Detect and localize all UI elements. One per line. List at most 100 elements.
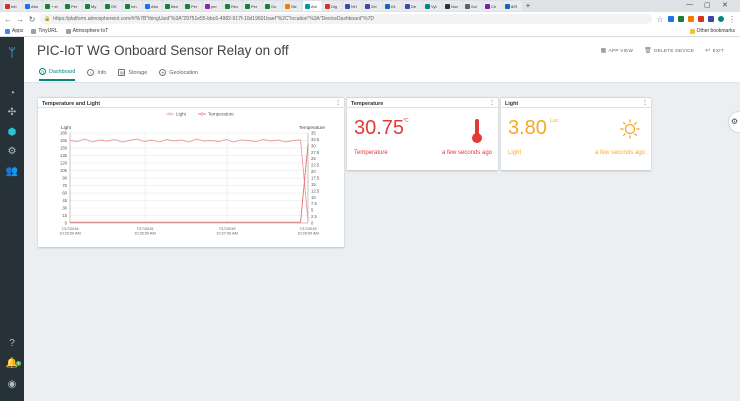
back-icon[interactable]: ← [4,15,12,24]
browser-tab[interactable]: Nov [443,1,462,11]
other-bookmarks[interactable]: Other bookmarks [689,28,735,34]
browser-tab-label: OK [111,3,117,9]
browser-tab[interactable]: Kil [383,1,402,11]
browser-tab[interactable]: Rev [223,1,242,11]
browser-tab[interactable]: per [203,1,222,11]
browser-tab[interactable]: My [83,1,102,11]
browser-tab[interactable]: Ch [483,1,502,11]
cube-icon[interactable]: ⬢ [5,126,19,140]
bookmark-atmosphere[interactable]: Atmosphere IoT [65,28,108,34]
legend-marker [168,112,172,116]
tab-favicon-icon [205,3,210,9]
browser-tab-label: Per [251,3,258,9]
storage-icon: ▤ [118,69,126,76]
extension-icon[interactable] [668,16,674,22]
users-icon[interactable]: 👥 [5,165,19,179]
browser-tab[interactable]: + el [43,1,62,11]
connections-icon[interactable]: ✣ [5,106,19,120]
bookmark-tinyurl[interactable]: TinyURL [31,28,58,34]
browser-tab[interactable]: NH [343,1,362,11]
reload-icon[interactable]: ↻ [28,15,36,24]
gear-icon[interactable]: ⚙ [5,145,19,159]
extension-icon[interactable] [708,16,714,22]
y-right-tick-label: 15 [311,182,316,187]
browser-menu-icon[interactable]: ⋮ [728,15,736,24]
temperature-light-chart: 015304560759010512013515016518002.557.51… [59,112,325,236]
browser-tab[interactable]: Sle [283,1,302,11]
speedometer-icon[interactable]: ◔ [5,87,19,101]
browser-tab-label: Am [311,3,317,9]
tab-geolocation[interactable]: ⌖ Geolocation [159,68,198,81]
browser-tab[interactable]: Vyt [423,1,442,11]
header-actions: ▦ APP VIEW 🗑 DELETE DEVICE ↩ EXIT [601,47,724,54]
tab-info[interactable]: i Info [87,68,106,81]
extension-icon[interactable] [698,16,704,22]
tab-favicon-icon [485,3,490,9]
browser-tab[interactable]: Inh [123,1,142,11]
tab-favicon-icon [85,3,90,9]
browser-tab[interactable]: 8/R [503,1,522,11]
extension-icon[interactable] [688,16,694,22]
browser-tab[interactable]: Inb [3,1,22,11]
browser-tab-label: Nov [451,3,459,9]
temperature-unit: °C [403,118,409,124]
exit-button[interactable]: ↩ EXIT [705,47,724,54]
card-menu-icon[interactable]: ⋮ [642,100,648,106]
browser-tab-label: Vyt [431,3,437,9]
tab-favicon-icon [405,3,410,9]
browser-tab[interactable]: Dig [323,1,342,11]
y-right-tick-label: 30 [311,143,316,148]
tab-favicon-icon [185,3,190,9]
minimize-button[interactable]: — [686,1,693,8]
tab-storage[interactable]: ▤ Storage [118,68,147,81]
maximize-button[interactable]: ▢ [704,1,711,9]
app-view-button[interactable]: ▦ APP VIEW [601,47,634,54]
browser-tab-label: Inh [131,3,137,9]
browser-tab[interactable]: Per [63,1,82,11]
account-icon[interactable]: ◉ [5,378,19,392]
y-left-tick-label: 0 [65,221,68,226]
help-icon[interactable]: ? [5,337,19,351]
tab-favicon-icon [505,3,510,9]
tab-dashboard[interactable]: ◷ Dashboard [39,68,76,81]
browser-tab[interactable]: Zel [363,1,382,11]
card-title: Light [505,101,519,107]
y-right-tick-label: 22.5 [311,163,320,168]
new-tab-button[interactable]: + [523,1,533,11]
browser-tab[interactable]: Per [183,1,202,11]
bookmark-apps[interactable]: Apps [5,28,23,34]
close-window-button[interactable]: ✕ [722,1,728,9]
logo-icon[interactable]: ᛘ [3,44,21,62]
browser-tab-label: Sol [471,3,477,9]
x-tick-label: 7/17/2019 10:25:00 AM [134,227,155,236]
tab-favicon-icon [325,3,330,9]
profile-avatar[interactable] [718,16,724,22]
y-left-tick-label: 120 [60,161,68,166]
browser-tab[interactable]: Per [243,1,262,11]
browser-tab[interactable]: Ben [163,1,182,11]
bookmark-star-icon[interactable]: ☆ [656,15,664,24]
browser-tab[interactable]: De [403,1,422,11]
settings-drawer-gear-icon[interactable]: ⚙ [729,112,740,132]
address-bar[interactable]: 🔒 https://platform.atmosphereiot.com/#!%… [40,14,652,24]
y-right-tick-label: 2.5 [311,214,317,219]
browser-tab[interactable]: Go [263,1,282,11]
lock-icon: 🔒 [44,16,51,22]
tab-favicon-icon [145,3,150,9]
browser-tab[interactable]: Sol [463,1,482,11]
trash-icon: 🗑 [644,48,653,54]
card-title: Temperature and Light [42,101,101,107]
browser-tab[interactable]: OK [103,1,122,11]
extension-icon[interactable] [678,16,684,22]
browser-tab[interactable]: Atm [23,1,42,11]
delete-device-button[interactable]: 🗑 DELETE DEVICE [644,47,694,54]
temperature-timestamp: a few seconds ago [441,150,492,156]
card-menu-icon[interactable]: ⋮ [335,100,341,106]
notification-badge: 1 [16,361,21,366]
card-menu-icon[interactable]: ⋮ [489,100,495,106]
tab-favicon-icon [45,3,50,9]
browser-tab-label: Per [71,3,78,9]
browser-tab[interactable]: Am [303,1,322,11]
forward-icon[interactable]: → [16,15,24,24]
browser-tab[interactable]: Atm [143,1,162,11]
